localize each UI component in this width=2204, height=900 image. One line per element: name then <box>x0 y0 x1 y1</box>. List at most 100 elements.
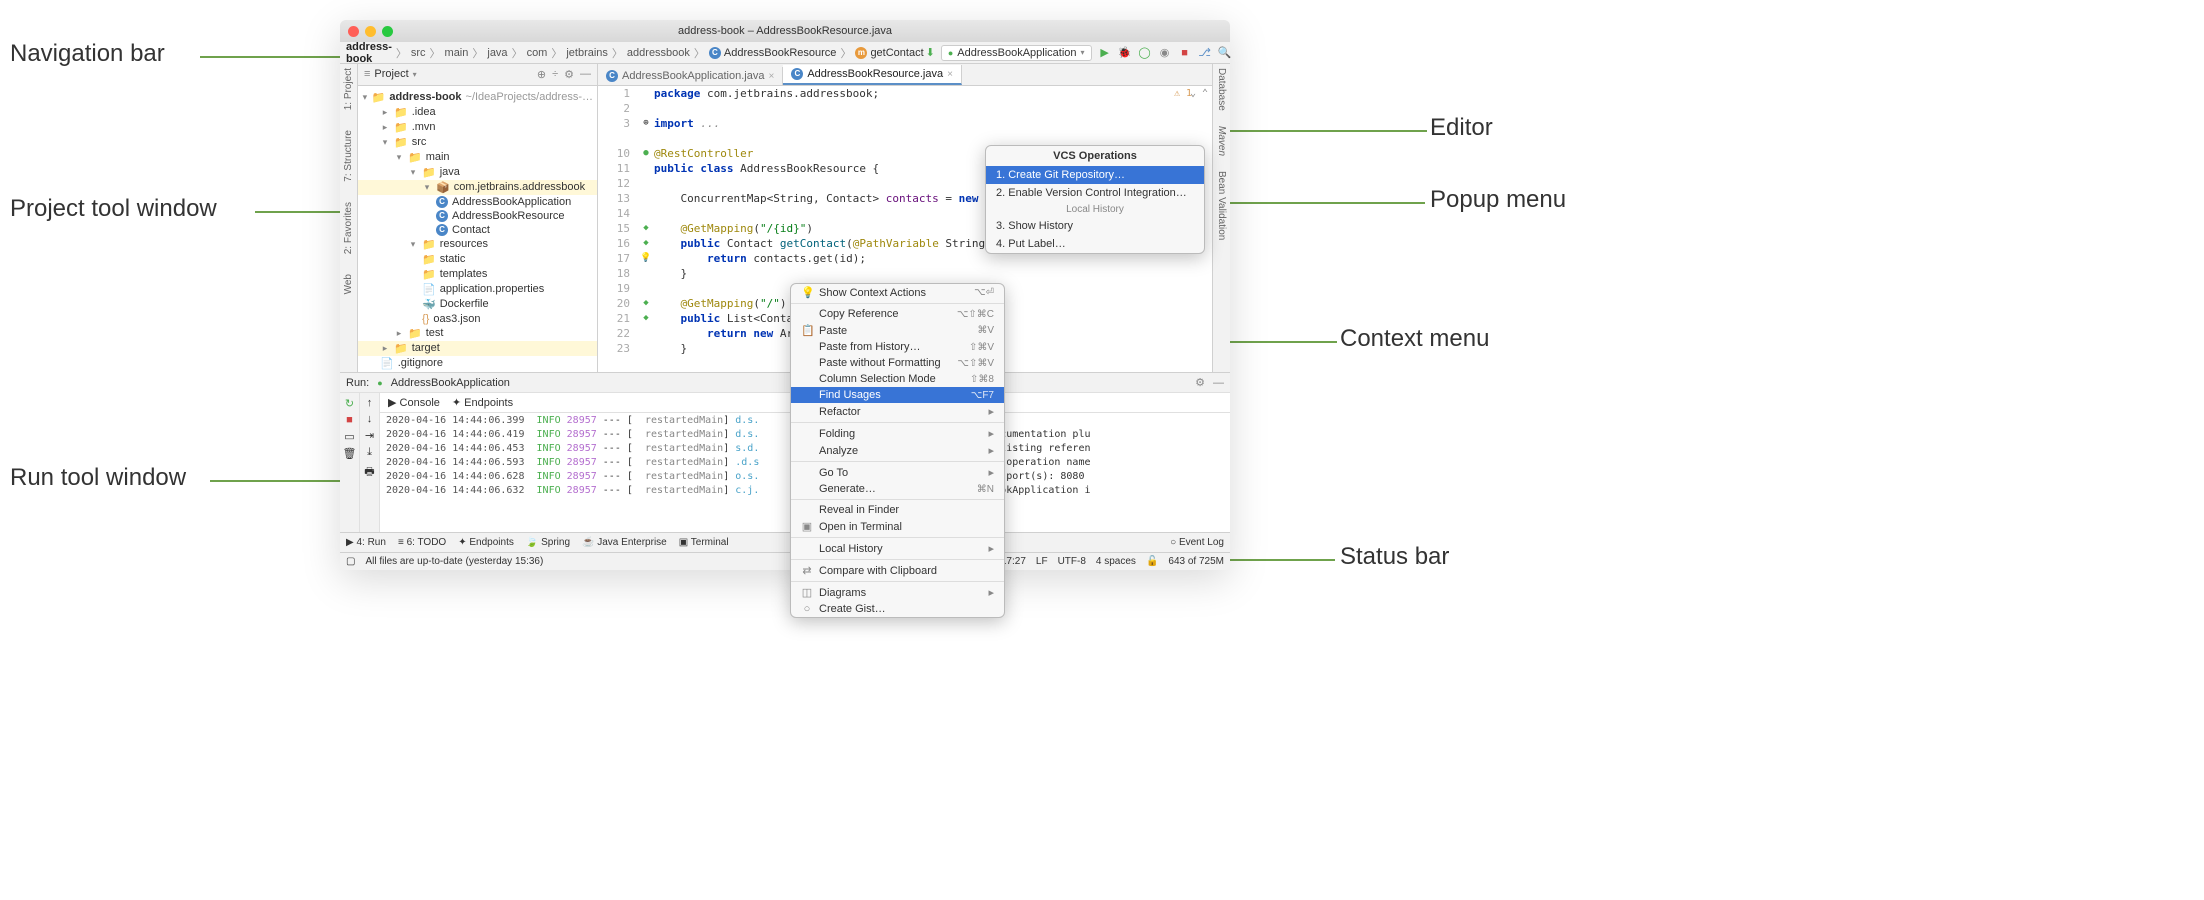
print-icon[interactable]: 🖶 <box>364 463 374 482</box>
vcs-button[interactable]: ⎇ <box>1198 46 1212 60</box>
project-tool-window: ≡ Project ▾ ⊕ ÷ ⚙ — ▾📁address-book ~/Ide… <box>358 64 598 372</box>
tab-project[interactable]: 1: Project <box>343 68 354 110</box>
settings-icon[interactable]: ⚙ <box>564 68 574 81</box>
annotation-context: Context menu <box>1340 325 1489 353</box>
left-tool-stripe: 1: Project 7: Structure 2: Favorites Web <box>340 64 358 372</box>
cm-paste-history[interactable]: Paste from History…⇧⌘V <box>791 339 1004 355</box>
wrap-icon[interactable]: ⇥ <box>365 429 374 442</box>
cm-goto[interactable]: Go To <box>791 464 1004 481</box>
cm-reveal-finder[interactable]: Reveal in Finder <box>791 502 1004 518</box>
run-button[interactable]: ▶ <box>1098 46 1112 60</box>
close-icon[interactable]: × <box>768 71 774 82</box>
editor-tab[interactable]: CAddressBookApplication.java× <box>598 67 783 85</box>
maximize-window-button[interactable] <box>382 26 393 37</box>
crumb-method[interactable]: mgetContact <box>855 47 923 59</box>
settings-icon[interactable]: ⚙ <box>1195 376 1205 389</box>
run-tab-button[interactable]: ▶ 4: Run <box>346 537 386 548</box>
up-icon[interactable]: ↑ <box>367 397 373 409</box>
select-opened-file-icon[interactable]: ⊕ <box>537 68 546 81</box>
run-tool-window: Run: ● AddressBookApplication ⚙ — ↻ ■ ▭ … <box>340 372 1230 532</box>
cm-column-selection[interactable]: Column Selection Mode⇧⌘8 <box>791 371 1004 387</box>
spring-tab-button[interactable]: 🍃 Spring <box>526 537 570 548</box>
cm-find-usages[interactable]: Find Usages⌥F7 <box>791 387 1004 403</box>
popup-item-show-history[interactable]: 3. Show History <box>986 217 1204 235</box>
cm-paste[interactable]: 📋Paste⌘V <box>791 322 1004 339</box>
cm-copy-reference[interactable]: Copy Reference⌥⇧⌘C <box>791 306 1004 322</box>
jee-tab-button[interactable]: ☕ Java Enterprise <box>582 537 667 548</box>
cm-show-context-actions[interactable]: 💡Show Context Actions⌥⏎ <box>791 284 1004 301</box>
class-icon: C <box>436 224 448 236</box>
project-tree[interactable]: ▾📁address-book ~/IdeaProjects/address-… … <box>358 86 597 372</box>
line-sep[interactable]: LF <box>1036 556 1048 567</box>
annotation-nav: Navigation bar <box>10 40 165 68</box>
hide-icon[interactable]: — <box>1213 377 1224 389</box>
debug-button[interactable]: 🐞 <box>1118 46 1132 60</box>
hide-icon[interactable]: — <box>580 68 591 81</box>
cm-create-gist[interactable]: ○Create Gist… <box>791 601 1004 617</box>
tab-bean-validation[interactable]: Bean Validation <box>1216 171 1227 240</box>
cm-local-history[interactable]: Local History <box>791 540 1004 557</box>
console-tab[interactable]: ▶ Console <box>388 396 440 409</box>
class-icon: C <box>709 47 721 59</box>
crumb-jetbrains[interactable]: jetbrains <box>566 47 608 59</box>
rerun-icon[interactable]: ↻ <box>345 397 354 410</box>
endpoints-tab[interactable]: ✦ Endpoints <box>452 396 513 409</box>
memory-indicator[interactable]: 643 of 725M <box>1168 556 1224 567</box>
cm-generate[interactable]: Generate…⌘N <box>791 481 1004 497</box>
crumb-src[interactable]: src <box>411 47 426 59</box>
crumb-class[interactable]: CAddressBookResource <box>709 47 837 59</box>
cm-diagrams[interactable]: ◫Diagrams <box>791 584 1004 601</box>
crumb-addressbook[interactable]: addressbook <box>627 47 690 59</box>
tab-web[interactable]: Web <box>343 274 354 294</box>
stop-icon[interactable]: ■ <box>346 414 353 426</box>
cm-analyze[interactable]: Analyze <box>791 442 1004 459</box>
terminal-tab-button[interactable]: ▣ Terminal <box>679 537 729 548</box>
stop-button[interactable]: ■ <box>1178 46 1192 60</box>
annotation-editor: Editor <box>1430 114 1493 142</box>
cm-compare-clipboard[interactable]: ⇄Compare with Clipboard <box>791 562 1004 579</box>
popup-item-enable-vcs[interactable]: 2. Enable Version Control Integration… <box>986 184 1204 202</box>
window-title: address-book – AddressBookResource.java <box>678 25 892 37</box>
down-icon[interactable]: ↓ <box>367 413 373 425</box>
indent[interactable]: 4 spaces <box>1096 556 1136 567</box>
annotation-line <box>200 56 340 58</box>
ide-window: address-book – AddressBookResource.java … <box>340 20 1230 570</box>
crumb-com[interactable]: com <box>527 47 548 59</box>
tab-maven[interactable]: Maven <box>1216 126 1227 156</box>
minimize-window-button[interactable] <box>365 26 376 37</box>
cm-open-terminal[interactable]: ▣Open in Terminal <box>791 518 1004 535</box>
scroll-icon[interactable]: ⤓ <box>367 446 372 459</box>
cm-folding[interactable]: Folding <box>791 425 1004 442</box>
bottom-tool-stripe: ▶ 4: Run ≡ 6: TODO ✦ Endpoints 🍃 Spring … <box>340 532 1230 552</box>
endpoints-tab-button[interactable]: ✦ Endpoints <box>458 537 514 548</box>
collapse-all-icon[interactable]: ÷ <box>552 68 558 81</box>
navigation-bar: address-book 〉 src 〉 main 〉 java 〉 com 〉… <box>340 42 1230 64</box>
lock-icon[interactable]: 🔓 <box>1146 556 1158 567</box>
popup-item-put-label[interactable]: 4. Put Label… <box>986 235 1204 253</box>
tab-favorites[interactable]: 2: Favorites <box>343 202 354 254</box>
profile-button[interactable]: ◉ <box>1158 46 1172 60</box>
coverage-button[interactable]: ◯ <box>1138 46 1152 60</box>
editor-tab[interactable]: CAddressBookResource.java× <box>783 65 962 85</box>
chevron-controls[interactable]: ⌄ ⌃ <box>1190 88 1208 99</box>
crumb-main[interactable]: main <box>445 47 469 59</box>
dump-icon[interactable]: 🗑 <box>343 447 357 460</box>
annotation-popup: Popup menu <box>1430 186 1566 214</box>
run-config-selector[interactable]: ● AddressBookApplication ▾ <box>941 45 1092 61</box>
cm-paste-no-fmt[interactable]: Paste without Formatting⌥⇧⌘V <box>791 355 1004 371</box>
popup-item-create-git[interactable]: 1. Create Git Repository… <box>986 166 1204 184</box>
build-icon[interactable]: ⬇ <box>926 46 935 59</box>
tool-window-toggle[interactable]: ▢ <box>346 556 355 567</box>
event-log-button[interactable]: ○ Event Log <box>1170 537 1224 548</box>
todo-tab-button[interactable]: ≡ 6: TODO <box>398 537 446 548</box>
search-icon[interactable]: 🔍 <box>1218 46 1232 60</box>
crumb-root[interactable]: address-book <box>346 41 392 65</box>
encoding[interactable]: UTF-8 <box>1058 556 1086 567</box>
tab-database[interactable]: Database <box>1216 68 1227 111</box>
layout-icon[interactable]: ▭ <box>344 430 354 443</box>
crumb-java[interactable]: java <box>487 47 507 59</box>
close-window-button[interactable] <box>348 26 359 37</box>
close-icon[interactable]: × <box>947 69 953 80</box>
tab-structure[interactable]: 7: Structure <box>343 130 354 182</box>
cm-refactor[interactable]: Refactor <box>791 403 1004 420</box>
